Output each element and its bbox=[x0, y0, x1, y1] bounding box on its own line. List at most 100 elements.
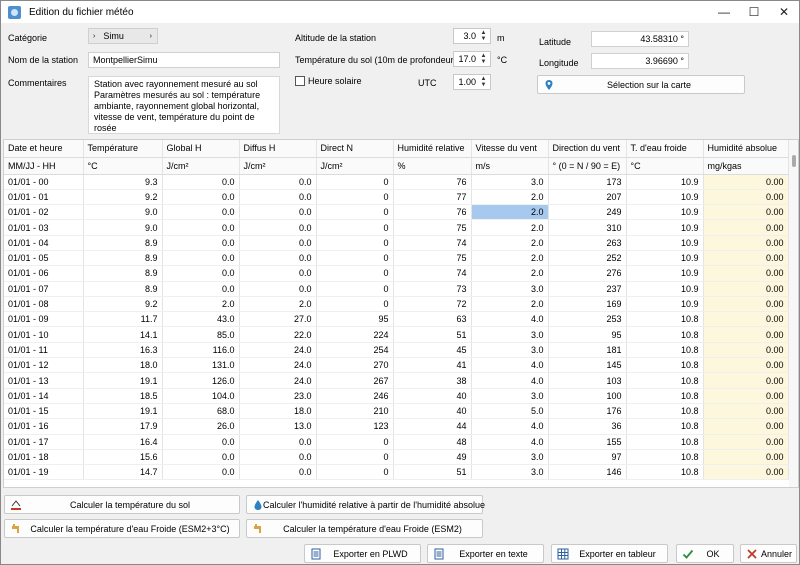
table-row[interactable]: 01/01 - 16 17.9 26.0 13.0 123 44 4.0 36 10.8 0.00 bbox=[4, 418, 789, 435]
table-cell[interactable]: 131.0 bbox=[162, 357, 240, 374]
table-cell[interactable]: 49 bbox=[393, 449, 472, 466]
table-cell[interactable]: 10.9 bbox=[626, 189, 704, 206]
table-cell[interactable]: 0 bbox=[316, 235, 394, 251]
table-cell[interactable]: 0.00 bbox=[703, 449, 789, 466]
table-cell[interactable]: 10.9 bbox=[626, 281, 704, 297]
table-cell[interactable]: 01/01 - 11 bbox=[4, 342, 84, 359]
table-cell[interactable]: 252 bbox=[548, 250, 627, 267]
table-cell[interactable]: 72 bbox=[393, 296, 472, 313]
table-cell[interactable]: 0.0 bbox=[239, 265, 317, 282]
table-cell[interactable]: 24.0 bbox=[239, 357, 317, 374]
table-cell[interactable]: 0.00 bbox=[703, 204, 789, 221]
table-row[interactable]: 01/01 - 05 8.9 0.0 0.0 0 75 2.0 252 10.9 0.00 bbox=[4, 250, 789, 267]
table-cell[interactable]: 0.00 bbox=[703, 235, 789, 251]
table-cell[interactable]: 0.00 bbox=[703, 434, 789, 450]
table-cell[interactable]: 9.0 bbox=[83, 204, 163, 221]
table-cell[interactable]: 45 bbox=[393, 342, 472, 359]
table-cell[interactable]: 11.7 bbox=[83, 311, 163, 328]
table-cell[interactable]: 63 bbox=[393, 311, 472, 328]
vertical-scrollbar[interactable] bbox=[789, 140, 798, 487]
table-cell[interactable]: 9.0 bbox=[83, 219, 163, 236]
table-cell[interactable]: 01/01 - 16 bbox=[4, 418, 84, 435]
table-cell[interactable]: 01/01 - 07 bbox=[4, 281, 84, 297]
table-row[interactable]: 01/01 - 14 18.5 104.0 23.0 246 40 3.0 100 10.8 0.… bbox=[4, 388, 789, 404]
table-cell[interactable]: 0 bbox=[316, 250, 394, 267]
table-cell[interactable]: 276 bbox=[548, 265, 627, 282]
table-cell[interactable]: 01/01 - 12 bbox=[4, 357, 84, 374]
table-cell[interactable]: 76 bbox=[393, 174, 472, 190]
table-cell[interactable]: 44 bbox=[393, 418, 472, 435]
table-cell[interactable]: 95 bbox=[548, 326, 627, 343]
table-cell[interactable]: 41 bbox=[393, 357, 472, 374]
table-cell[interactable]: 0.00 bbox=[703, 296, 789, 313]
table-cell[interactable]: 181 bbox=[548, 342, 627, 359]
table-cell[interactable]: 77 bbox=[393, 189, 472, 206]
table-cell[interactable]: 0.00 bbox=[703, 388, 789, 404]
table-cell[interactable]: 3.0 bbox=[471, 174, 549, 190]
column-header[interactable]: Direction du vent bbox=[548, 140, 627, 158]
table-cell[interactable]: 01/01 - 04 bbox=[4, 235, 84, 251]
table-cell[interactable]: 0.00 bbox=[703, 418, 789, 435]
table-cell[interactable]: 100 bbox=[548, 388, 627, 404]
table-row[interactable]: 01/01 - 00 9.3 0.0 0.0 0 76 3.0 173 10.9 0.00 bbox=[4, 174, 789, 190]
table-cell[interactable]: 01/01 - 02 bbox=[4, 204, 84, 221]
spinner-arrows-icon[interactable]: ▲ ▼ bbox=[479, 29, 488, 43]
table-cell[interactable]: 10.8 bbox=[626, 311, 704, 328]
table-cell[interactable]: 10.8 bbox=[626, 372, 704, 389]
table-cell[interactable]: 10.9 bbox=[626, 250, 704, 267]
table-cell[interactable]: 8.9 bbox=[83, 235, 163, 251]
table-cell[interactable]: 10.9 bbox=[626, 219, 704, 236]
table-cell[interactable]: 10.8 bbox=[626, 388, 704, 404]
table-cell[interactable]: 0.00 bbox=[703, 326, 789, 343]
table-cell[interactable]: 40 bbox=[393, 388, 472, 404]
table-cell[interactable]: 310 bbox=[548, 219, 627, 236]
table-cell[interactable]: 19.1 bbox=[83, 372, 163, 389]
table-cell[interactable]: 0.0 bbox=[162, 265, 240, 282]
table-cell[interactable]: 210 bbox=[316, 403, 394, 420]
table-cell[interactable]: 18.0 bbox=[83, 357, 163, 374]
station-name-input[interactable]: MontpellierSimu bbox=[88, 52, 280, 68]
table-cell[interactable]: 15.6 bbox=[83, 449, 163, 466]
solar-time-checkbox[interactable] bbox=[295, 76, 305, 86]
table-cell[interactable]: 43.0 bbox=[162, 311, 240, 328]
column-header[interactable]: Vitesse du vent bbox=[471, 140, 549, 158]
table-cell[interactable]: 18.5 bbox=[83, 388, 163, 404]
table-cell[interactable]: 237 bbox=[548, 281, 627, 297]
altitude-spinner[interactable]: 3.0 ▲ ▼ bbox=[453, 28, 491, 44]
table-cell[interactable]: 16.3 bbox=[83, 342, 163, 359]
table-cell[interactable]: 23.0 bbox=[239, 388, 317, 404]
table-cell[interactable]: 01/01 - 05 bbox=[4, 250, 84, 267]
column-header[interactable]: Global H bbox=[162, 140, 240, 158]
table-cell[interactable]: 9.2 bbox=[83, 189, 163, 206]
table-cell[interactable]: 0 bbox=[316, 296, 394, 313]
table-cell[interactable]: 01/01 - 14 bbox=[4, 388, 84, 404]
column-header[interactable]: T. d'eau froide bbox=[626, 140, 704, 158]
table-cell[interactable]: 0.0 bbox=[162, 250, 240, 267]
table-cell[interactable]: 51 bbox=[393, 464, 472, 481]
table-cell[interactable]: 01/01 - 15 bbox=[4, 403, 84, 420]
table-cell[interactable]: 01/01 - 18 bbox=[4, 449, 84, 466]
table-cell[interactable]: 9.3 bbox=[83, 174, 163, 190]
table-cell[interactable]: 0 bbox=[316, 464, 394, 481]
table-row[interactable]: 01/01 - 09 11.7 43.0 27.0 95 63 4.0 253 10.8 0.00 bbox=[4, 311, 789, 328]
table-cell[interactable]: 10.8 bbox=[626, 342, 704, 359]
table-cell[interactable]: 0.0 bbox=[162, 204, 240, 221]
table-cell[interactable]: 0 bbox=[316, 219, 394, 236]
table-cell[interactable]: 0.00 bbox=[703, 357, 789, 374]
table-cell[interactable]: 24.0 bbox=[239, 342, 317, 359]
table-cell[interactable]: 0.0 bbox=[162, 235, 240, 251]
spinner-arrows-icon[interactable]: ▲ ▼ bbox=[479, 75, 488, 89]
table-cell[interactable]: 4.0 bbox=[471, 357, 549, 374]
column-header[interactable]: Température bbox=[83, 140, 163, 158]
table-cell[interactable]: 2.0 bbox=[471, 219, 549, 236]
table-cell[interactable]: 0.00 bbox=[703, 342, 789, 359]
table-cell[interactable]: 0.00 bbox=[703, 464, 789, 481]
table-row[interactable]: 01/01 - 07 8.9 0.0 0.0 0 73 3.0 237 10.9 0.00 bbox=[4, 281, 789, 297]
column-header[interactable]: Humidité relative bbox=[393, 140, 472, 158]
table-cell[interactable]: 74 bbox=[393, 265, 472, 282]
table-cell[interactable]: 8.9 bbox=[83, 250, 163, 267]
table-row[interactable]: 01/01 - 17 16.4 0.0 0.0 0 48 4.0 155 10.8 0.00 bbox=[4, 434, 789, 450]
table-cell[interactable]: 10.8 bbox=[626, 434, 704, 450]
table-row[interactable]: 01/01 - 19 14.7 0.0 0.0 0 51 3.0 146 10.8 0.00 bbox=[4, 464, 789, 481]
table-cell[interactable]: 0 bbox=[316, 204, 394, 221]
